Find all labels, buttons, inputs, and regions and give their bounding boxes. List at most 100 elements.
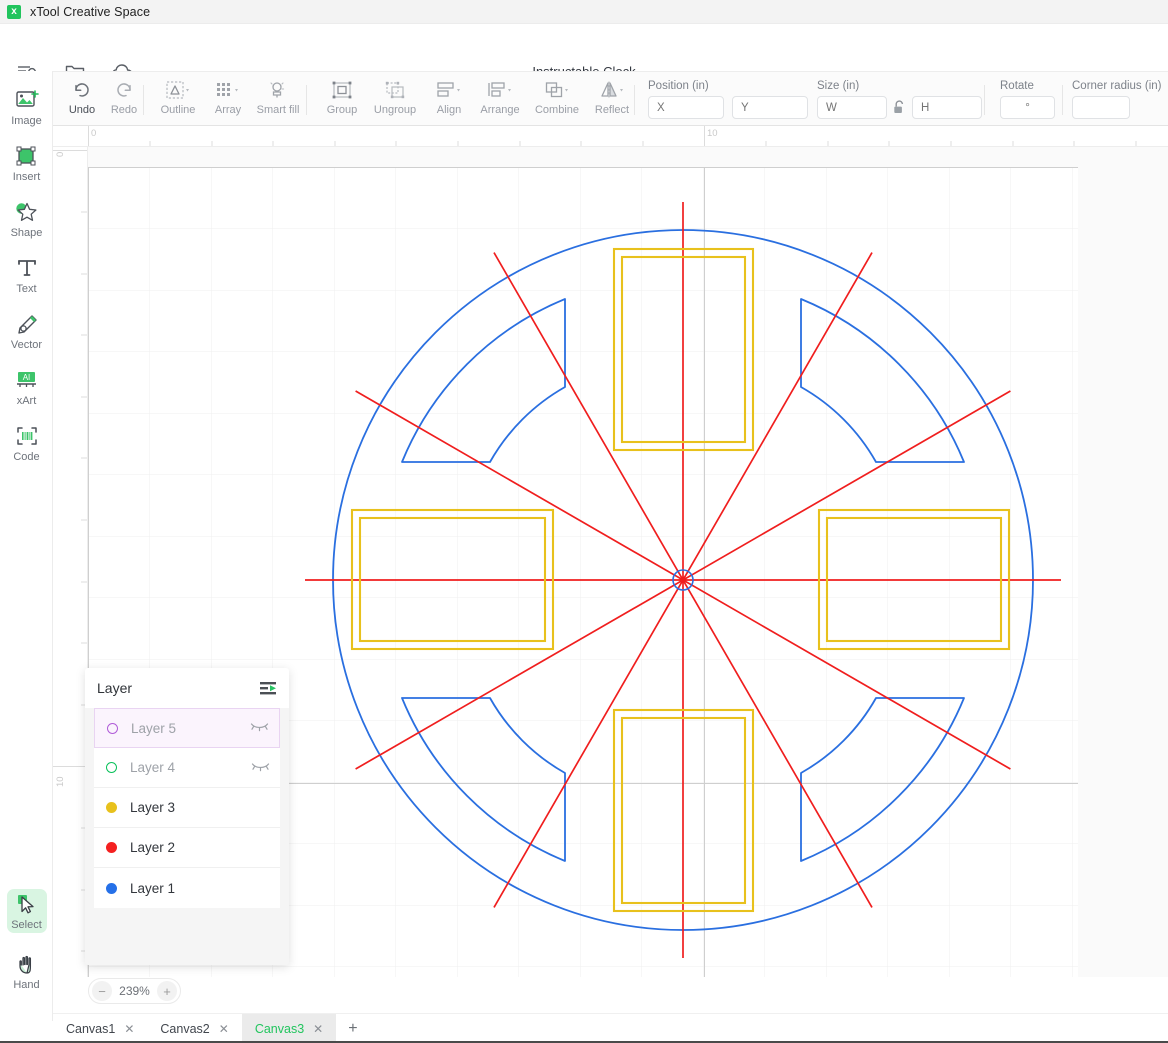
xart-ai-icon: AI (14, 367, 40, 393)
tool-select[interactable]: Select (0, 883, 53, 939)
ruler-h-label-10: 10 (707, 128, 718, 139)
undo-label: Undo (68, 104, 96, 116)
outline-icon (165, 77, 191, 103)
ruler-h-label-0: 0 (91, 128, 97, 139)
layer-color-swatch[interactable] (106, 882, 117, 894)
svg-text:AI: AI (22, 373, 30, 382)
layer-list[interactable]: Layer 5 Layer 4 Layer 3 Layer 2 Layer 1 (94, 708, 280, 908)
ungroup-button[interactable]: Ungroup (369, 77, 421, 123)
redo-icon (114, 77, 134, 103)
smart-fill-button[interactable]: Smart fill (252, 77, 304, 123)
canvas-tab-bar: Canvas1 ✕ Canvas2 ✕ Canvas3 ✕ + (53, 1013, 1168, 1043)
sidebar-label-xart: xArt (16, 395, 37, 407)
code-barcode-icon (15, 423, 39, 449)
redo-label: Redo (110, 104, 138, 116)
sidebar-label-text: Text (16, 283, 37, 295)
vertical-ruler-ticks (53, 150, 87, 952)
tab-canvas2[interactable]: Canvas2 ✕ (147, 1014, 241, 1043)
sidebar-item-shape[interactable]: Shape (0, 191, 53, 247)
text-icon (16, 255, 38, 281)
vertical-ruler[interactable]: 0 10 (53, 147, 88, 977)
rotate-input[interactable] (1000, 96, 1055, 119)
reflect-button[interactable]: Reflect (586, 77, 638, 123)
smart-fill-icon (267, 77, 289, 103)
array-button[interactable]: Array (202, 77, 254, 123)
zoom-out-button[interactable]: − (92, 981, 112, 1001)
redo-button[interactable]: Redo (98, 77, 150, 123)
sidebar-item-insert[interactable]: Insert (0, 135, 53, 191)
eye-hidden-icon[interactable] (250, 719, 269, 737)
layer-color-swatch[interactable] (107, 722, 118, 734)
layer-name-1: Layer 1 (130, 880, 176, 896)
app-logo-glyph: x (11, 5, 17, 17)
zoom-level-value: 239% (119, 984, 150, 998)
sidebar-item-code[interactable]: Code (0, 415, 53, 471)
toolbar-separator (1062, 85, 1063, 115)
sidebar-label-code: Code (13, 451, 40, 463)
layer-row-1[interactable]: Layer 1 (94, 868, 280, 908)
combine-icon (544, 77, 570, 103)
layer-color-swatch[interactable] (106, 762, 117, 773)
zoom-control[interactable]: − 239% + (88, 978, 181, 1004)
shape-star-icon (14, 199, 40, 225)
toolbar-separator (984, 85, 985, 115)
layer-row-2[interactable]: Layer 2 (94, 828, 280, 868)
layer-color-swatch[interactable] (106, 842, 117, 853)
sidebar-tools: Select Hand (0, 883, 53, 999)
combine-button[interactable]: Combine (531, 77, 583, 123)
layer-name-5: Layer 5 (131, 720, 177, 736)
size-group: Size (in) (817, 80, 982, 119)
menu-row: Instructable Clock (0, 24, 1168, 79)
arrange-icon (487, 77, 513, 103)
close-icon[interactable]: ✕ (124, 1023, 134, 1035)
size-h-input[interactable] (912, 96, 982, 119)
tool-hand[interactable]: Hand (0, 943, 53, 999)
tab-canvas1[interactable]: Canvas1 ✕ (53, 1014, 147, 1043)
size-w-input[interactable] (817, 96, 887, 119)
layer-row-3[interactable]: Layer 3 (94, 788, 280, 828)
layer-row-4[interactable]: Layer 4 (94, 748, 280, 788)
position-y-input[interactable] (732, 96, 808, 119)
add-tab-button[interactable]: + (336, 1014, 369, 1043)
position-label: Position (in) (648, 80, 709, 92)
position-x-input[interactable] (648, 96, 724, 119)
ungroup-label: Ungroup (373, 104, 417, 116)
group-button[interactable]: Group (316, 77, 368, 123)
tab-label: Canvas3 (254, 1021, 305, 1036)
sidebar-item-vector[interactable]: Vector (0, 303, 53, 359)
zoom-in-button[interactable]: + (156, 981, 177, 1001)
array-label: Array (214, 104, 242, 116)
outline-button[interactable]: Outline (152, 77, 204, 123)
corner-radius-input[interactable] (1072, 96, 1130, 119)
horizontal-ruler-ticks (88, 126, 1137, 146)
sidebar-item-image[interactable]: Image (0, 79, 53, 135)
rotate-label: Rotate (1000, 80, 1034, 92)
sidebar-item-xart[interactable]: AI xArt (0, 359, 53, 415)
layer-row-5[interactable]: Layer 5 (94, 708, 280, 748)
array-icon (215, 77, 241, 103)
position-group: Position (in) (648, 80, 808, 119)
insert-icon (15, 143, 39, 169)
image-icon (15, 87, 39, 113)
close-icon[interactable]: ✕ (219, 1023, 229, 1035)
unlock-icon[interactable] (893, 100, 906, 115)
sidebar-item-text[interactable]: Text (0, 247, 53, 303)
arrange-button[interactable]: Arrange (474, 77, 526, 123)
eye-hidden-icon[interactable] (251, 759, 270, 777)
main-toolbar: Undo Redo Outline Array Smart fill Group… (0, 71, 1168, 126)
layer-panel-title: Layer (97, 680, 133, 696)
align-button[interactable]: Align (423, 77, 475, 123)
layer-list-menu-icon[interactable] (260, 681, 278, 695)
layer-name-4: Layer 4 (130, 760, 176, 775)
hand-icon (15, 951, 39, 977)
tab-label: Canvas2 (160, 1021, 210, 1036)
tab-canvas3[interactable]: Canvas3 ✕ (241, 1014, 337, 1043)
tool-hand-label: Hand (13, 979, 40, 991)
arrange-label: Arrange (480, 104, 520, 116)
layer-panel[interactable]: Layer Layer 5 Layer 4 Layer 3 Layer 2 La… (85, 668, 289, 965)
close-icon[interactable]: ✕ (313, 1023, 323, 1035)
layer-color-swatch[interactable] (106, 802, 117, 813)
horizontal-ruler[interactable]: 0 10 (53, 126, 1168, 147)
tab-label: Canvas1 (66, 1021, 116, 1036)
group-icon (331, 77, 353, 103)
